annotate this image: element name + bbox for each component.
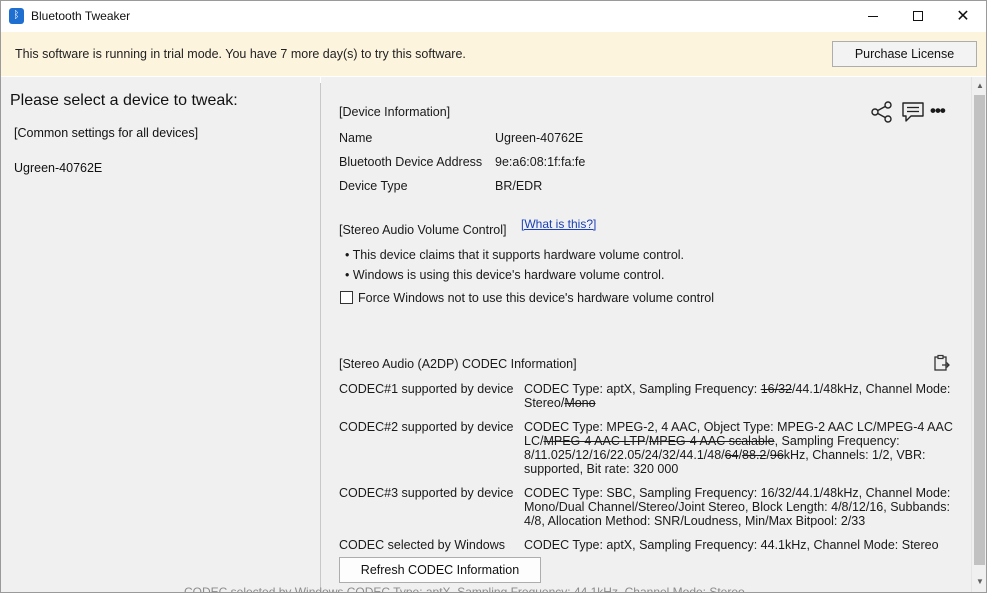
- codec-3-label: CODEC#3 supported by device: [339, 486, 514, 500]
- unsupported-value: 64: [724, 448, 739, 462]
- clipped-codec-text: CODEC selected by Windows CODEC Type: ap…: [184, 585, 745, 593]
- trial-message: This software is running in trial mode. …: [15, 47, 466, 61]
- device-address-label: Bluetooth Device Address: [339, 155, 483, 169]
- minimize-icon: [868, 15, 878, 17]
- bullet-icon: •: [345, 248, 350, 262]
- bullet-icon: •: [345, 268, 350, 282]
- main-window: ᛒ Bluetooth Tweaker ✕ This software is r…: [0, 0, 987, 593]
- device-item-ugreen[interactable]: Ugreen-40762E: [14, 161, 102, 175]
- bluetooth-app-icon: ᛒ: [9, 8, 24, 24]
- codec-3-description: CODEC Type: SBC, Sampling Frequency: 16/…: [524, 486, 964, 528]
- scroll-down-arrow-icon[interactable]: ▼: [972, 573, 986, 589]
- refresh-codec-button[interactable]: Refresh CODEC Information: [339, 557, 541, 583]
- codec-1-label: CODEC#1 supported by device: [339, 382, 514, 396]
- volume-control-header: [Stereo Audio Volume Control]: [339, 223, 507, 237]
- maximize-button[interactable]: [895, 1, 941, 31]
- comment-icon[interactable]: [901, 101, 925, 126]
- device-list-panel: Please select a device to tweak: [Common…: [1, 77, 320, 592]
- close-icon: ✕: [956, 6, 970, 25]
- device-address-value: 9e:a6:08:1f:fa:fe: [495, 155, 586, 169]
- unsupported-value: 96: [769, 448, 784, 462]
- close-button[interactable]: ✕: [940, 1, 986, 31]
- share-icon[interactable]: [871, 101, 893, 126]
- vertical-scrollbar[interactable]: ▲ ▼: [971, 77, 986, 592]
- volume-bullet-1-text: This device claims that it supports hard…: [352, 248, 685, 262]
- codec-text-segment: CODEC Type: aptX, Sampling Frequency: 44…: [524, 538, 939, 552]
- device-name-label: Name: [339, 131, 373, 145]
- minimize-button[interactable]: [850, 1, 896, 31]
- force-software-volume-label[interactable]: Force Windows not to use this device's h…: [358, 291, 714, 305]
- device-type-label: Device Type: [339, 179, 408, 193]
- codec-info-header: [Stereo Audio (A2DP) CODEC Information]: [339, 357, 577, 371]
- volume-bullet-1: • This device claims that it supports ha…: [345, 248, 684, 262]
- codec-text-segment: CODEC Type: SBC, Sampling Frequency: 16/…: [524, 486, 951, 528]
- device-type-value: BR/EDR: [495, 179, 543, 193]
- unsupported-value: Mono: [564, 396, 596, 410]
- device-list-title: Please select a device to tweak:: [10, 92, 238, 109]
- unsupported-value: MPEG-4 AAC scalable: [648, 434, 775, 448]
- codec-1-description: CODEC Type: aptX, Sampling Frequency: 16…: [524, 382, 964, 410]
- device-details-panel: [Device Information] ••• Name Ugreen-407…: [321, 77, 971, 592]
- codec-selected-label: CODEC selected by Windows: [339, 538, 506, 552]
- force-software-volume-checkbox[interactable]: [340, 291, 353, 304]
- codec-selected-description: CODEC Type: aptX, Sampling Frequency: 44…: [524, 538, 964, 552]
- purchase-license-button[interactable]: Purchase License: [832, 41, 977, 67]
- scroll-up-arrow-icon[interactable]: ▲: [972, 77, 986, 93]
- title-bar: ᛒ Bluetooth Tweaker ✕: [1, 1, 986, 31]
- device-info-header: [Device Information]: [339, 105, 451, 119]
- window-title: Bluetooth Tweaker: [31, 9, 131, 23]
- unsupported-value: 88.2: [742, 448, 767, 462]
- unsupported-value: MPEG-4 AAC LTP: [543, 434, 646, 448]
- device-item-common-settings[interactable]: [Common settings for all devices]: [14, 126, 198, 140]
- scroll-thumb[interactable]: [974, 95, 985, 565]
- clipboard-icon[interactable]: [933, 354, 951, 375]
- what-is-this-link[interactable]: [What is this?]: [521, 217, 596, 231]
- volume-bullet-2: • Windows is using this device's hardwar…: [345, 268, 664, 282]
- trial-banner: This software is running in trial mode. …: [1, 32, 986, 76]
- codec-2-label: CODEC#2 supported by device: [339, 420, 514, 434]
- maximize-icon: [913, 11, 923, 21]
- unsupported-value: 16/32: [760, 382, 792, 396]
- device-name-value: Ugreen-40762E: [495, 131, 584, 145]
- codec-2-description: CODEC Type: MPEG-2, 4 AAC, Object Type: …: [524, 420, 964, 476]
- codec-text-segment: CODEC Type: aptX, Sampling Frequency:: [524, 382, 761, 396]
- volume-bullet-2-text: Windows is using this device's hardware …: [352, 268, 665, 282]
- more-icon[interactable]: •••: [930, 101, 946, 121]
